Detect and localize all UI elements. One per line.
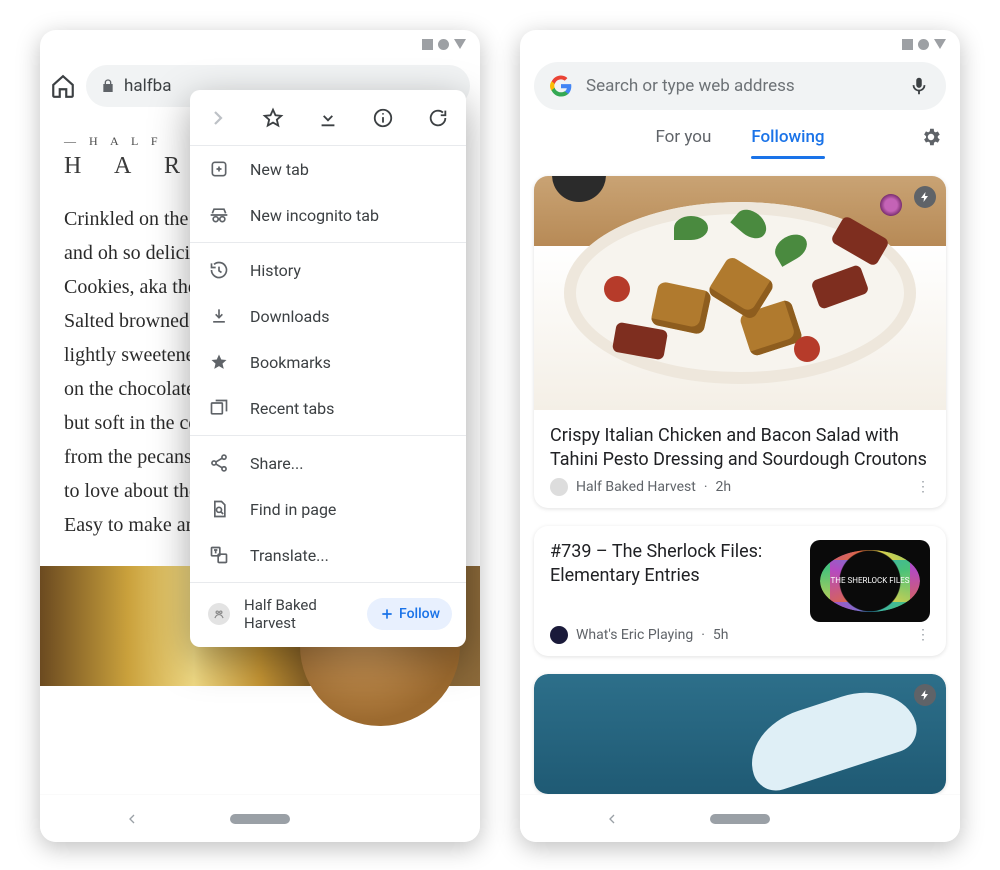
menu-new-tab[interactable]: New tab [190,146,466,192]
feed-card-meta: What's Eric Playing · 5h ⋮ [534,626,946,656]
menu-label: Find in page [250,500,336,519]
share-icon [208,452,230,474]
mic-icon[interactable] [908,75,930,97]
feed-card[interactable] [534,674,946,794]
tab-for-you[interactable]: For you [655,127,711,147]
recent-tabs-icon [208,397,230,419]
back-icon[interactable] [124,811,140,827]
plus-icon [379,606,395,622]
menu-history[interactable]: History [190,247,466,293]
tab-following[interactable]: Following [751,127,824,147]
site-favicon [208,603,230,625]
home-pill[interactable] [230,814,290,824]
follow-site-name: Half Baked Harvest [244,596,353,632]
feed-card-thumb: THE SHERLOCK FILES [810,540,930,622]
android-navbar [40,794,480,842]
source-name: What's Eric Playing [576,627,693,643]
card-overflow-icon[interactable]: ⋮ [916,479,930,495]
amp-badge-icon [914,684,936,706]
status-bar [40,30,480,58]
new-tab-icon [208,158,230,180]
status-triangle-icon [934,39,946,49]
menu-divider [190,582,466,583]
feed-card-title: #739 – The Sherlock Files: Elementary En… [550,540,798,622]
menu-share[interactable]: Share... [190,440,466,486]
home-icon[interactable] [50,73,76,99]
feed-card[interactable]: Crispy Italian Chicken and Bacon Salad w… [534,176,946,508]
google-logo-icon [550,75,572,97]
article-age: 5h [713,627,729,643]
feed-settings-icon[interactable] [920,126,942,148]
menu-label: Share... [250,454,303,473]
menu-recent-tabs[interactable]: Recent tabs [190,385,466,431]
feed-tabs: For you Following [520,112,960,162]
menu-icon-row [190,90,466,146]
overflow-menu: New tab New incognito tab History Downlo… [190,90,466,647]
incognito-icon [208,204,230,226]
menu-label: Translate... [250,546,329,565]
status-circle-icon [438,39,449,50]
feed-card-image [534,674,946,794]
history-icon [208,259,230,281]
star-icon[interactable] [261,106,285,130]
source-favicon [550,626,568,644]
feed: Crispy Italian Chicken and Bacon Salad w… [520,162,960,794]
home-pill[interactable] [710,814,770,824]
forward-icon[interactable] [206,106,230,130]
status-bar [520,30,960,58]
menu-label: Downloads [250,307,329,326]
search-placeholder: Search or type web address [586,76,894,96]
feed-card-image [534,176,946,410]
back-icon[interactable] [604,811,620,827]
menu-divider [190,435,466,436]
menu-downloads[interactable]: Downloads [190,293,466,339]
download-icon[interactable] [316,106,340,130]
follow-button-label: Follow [399,606,440,622]
menu-follow-site[interactable]: Half Baked Harvest Follow [190,587,466,641]
menu-translate[interactable]: Translate... [190,532,466,578]
status-circle-icon [918,39,929,50]
menu-label: History [250,261,301,280]
source-favicon [550,478,568,496]
follow-button[interactable]: Follow [367,598,452,630]
feed-card-title: Crispy Italian Chicken and Bacon Salad w… [534,410,946,478]
card-overflow-icon[interactable]: ⋮ [916,627,930,643]
find-icon [208,498,230,520]
menu-find-in-page[interactable]: Find in page [190,486,466,532]
menu-bookmarks[interactable]: Bookmarks [190,339,466,385]
lock-icon [100,78,116,94]
translate-icon [208,544,230,566]
status-triangle-icon [454,39,466,49]
menu-label: New incognito tab [250,206,379,225]
menu-label: Recent tabs [250,399,334,418]
phone-left: halfba — H A L F H A R Crinkled on the o… [40,30,480,842]
info-icon[interactable] [371,106,395,130]
status-square-icon [902,39,913,50]
feed-card-meta: Half Baked Harvest · 2h ⋮ [534,478,946,508]
address-url-text: halfba [124,76,171,96]
feed-card[interactable]: #739 – The Sherlock Files: Elementary En… [534,526,946,656]
menu-incognito[interactable]: New incognito tab [190,192,466,238]
menu-divider [190,242,466,243]
refresh-icon[interactable] [426,106,450,130]
search-box[interactable]: Search or type web address [534,62,946,110]
menu-label: New tab [250,160,309,179]
downloads-icon [208,305,230,327]
status-square-icon [422,39,433,50]
amp-badge-icon [914,186,936,208]
thumb-label: THE SHERLOCK FILES [810,540,930,622]
menu-label: Bookmarks [250,353,331,372]
android-navbar [520,794,960,842]
bookmarks-icon [208,351,230,373]
phone-right: Search or type web address For you Follo… [520,30,960,842]
source-name: Half Baked Harvest [576,479,696,495]
article-age: 2h [716,479,732,495]
